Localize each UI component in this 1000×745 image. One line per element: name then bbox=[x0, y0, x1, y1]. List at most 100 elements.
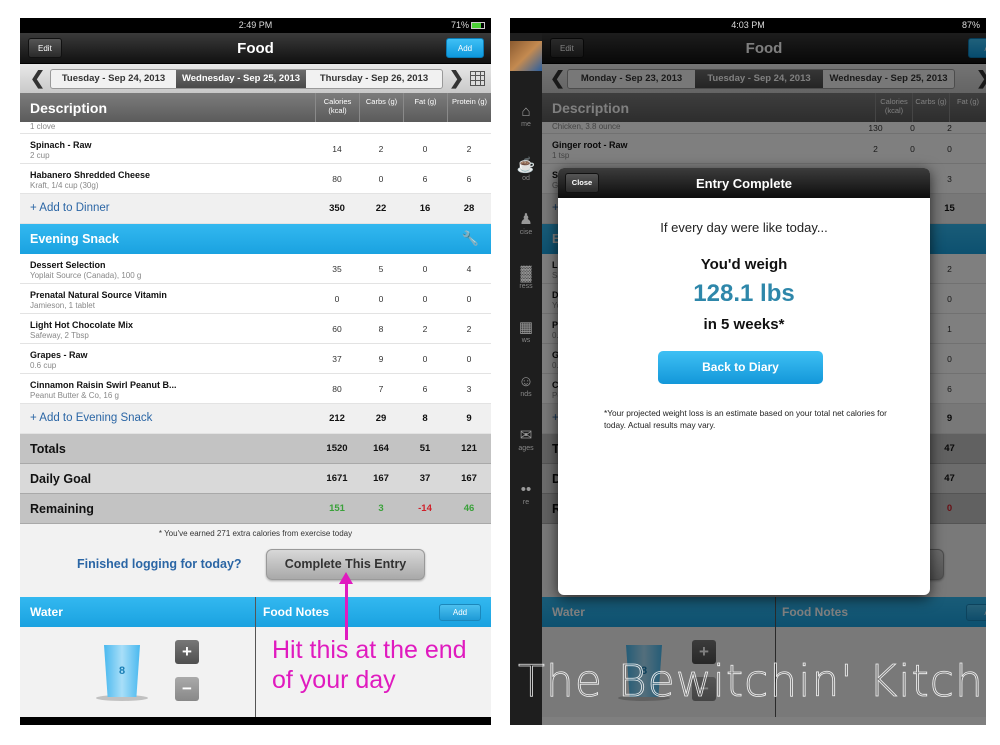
food-cal: 80 bbox=[332, 383, 342, 394]
nav-bar: Edit Food Add bbox=[20, 33, 491, 64]
water-notes-header: Water Food Notes Add bbox=[20, 597, 491, 627]
food-protein: 4 bbox=[466, 263, 472, 274]
annotation-line-1: Hit this at the end bbox=[272, 636, 467, 664]
food-notes-add-button[interactable]: Add bbox=[439, 604, 481, 621]
right-screenshot: 4:03 PM 87% ⌂ me ☕ od ♟ cise ▓ ress ▦ ws ☺ nds ✉ ages… bbox=[510, 18, 986, 725]
food-fat: 6 bbox=[422, 173, 428, 184]
side-menu-label: me bbox=[521, 121, 531, 128]
chevron-left-icon[interactable]: ❮ bbox=[30, 68, 45, 88]
remaining-protein: 46 bbox=[463, 503, 475, 514]
chevron-right-icon[interactable]: ❯ bbox=[449, 68, 464, 88]
snack-fat-total: 8 bbox=[422, 413, 428, 424]
divider bbox=[255, 597, 256, 627]
complete-entry-area: * You've earned 271 extra calories from … bbox=[20, 524, 491, 597]
daily-goal-label: Daily Goal bbox=[30, 472, 92, 486]
food-diary-table: 1 clove Spinach - Raw 2 cup 14 2 0 2 Habanero … bbox=[20, 122, 491, 524]
side-menu-item[interactable]: ▓ ress bbox=[510, 265, 542, 290]
add-to-evening-snack-link[interactable]: + Add to Evening Snack bbox=[30, 412, 152, 424]
food-icon: ☕ bbox=[516, 157, 536, 174]
wrench-icon[interactable]: 🔧 bbox=[462, 230, 479, 247]
annotation-text: Hit this at the end of your day bbox=[272, 635, 467, 695]
snack-protein-total: 9 bbox=[466, 413, 472, 424]
calendar-icon[interactable] bbox=[470, 71, 485, 86]
food-name: Habanero Shredded Cheese bbox=[30, 170, 151, 180]
totals-calories: 1520 bbox=[326, 443, 348, 454]
water-decrement-button[interactable]: − bbox=[175, 677, 199, 701]
meal-title: Evening Snack bbox=[30, 232, 119, 246]
food-cal: 60 bbox=[332, 323, 342, 334]
date-prev-day[interactable]: Tuesday - Sep 24, 2013 bbox=[51, 70, 176, 88]
food-serving: 1 clove bbox=[30, 122, 56, 131]
nutrient-values: 35 5 0 4 bbox=[315, 254, 491, 283]
battery-percent: 71% bbox=[450, 20, 469, 30]
table-row[interactable]: Prenatal Natural Source Vitamin Jamieson,… bbox=[20, 284, 491, 314]
side-menu-label: ages bbox=[518, 445, 534, 452]
water-increment-button[interactable]: + bbox=[175, 640, 199, 664]
annotation-arrow bbox=[345, 578, 348, 640]
side-menu-item[interactable]: •• re bbox=[510, 481, 542, 506]
profile-photo[interactable] bbox=[510, 41, 542, 71]
food-cal: 0 bbox=[334, 293, 340, 304]
food-notes-label: Food Notes bbox=[263, 605, 329, 619]
food-name: Dessert Selection bbox=[30, 260, 106, 270]
table-row[interactable]: Habanero Shredded Cheese Kraft, 1/4 cup (… bbox=[20, 164, 491, 194]
totals-row: Totals 1520 164 51 121 bbox=[20, 434, 491, 464]
totals-protein: 121 bbox=[461, 443, 477, 454]
projected-weight: 128.1 lbs bbox=[693, 280, 795, 307]
side-menu-item[interactable]: ☕ od bbox=[510, 157, 542, 182]
progress-icon: ▓ bbox=[520, 265, 532, 282]
add-button[interactable]: Add bbox=[446, 38, 484, 58]
battery-fill bbox=[472, 22, 481, 28]
side-menu-label: ress bbox=[519, 283, 533, 290]
table-row[interactable]: Light Hot Chocolate Mix Safeway, 2 Tbsp 60… bbox=[20, 314, 491, 344]
water-notes-body: 8 + − Hit this at the end of your day bbox=[20, 627, 491, 717]
goal-fat: 37 bbox=[419, 473, 431, 484]
food-fat: 6 bbox=[422, 383, 428, 394]
food-serving: Yoplait Source (Canada), 100 g bbox=[30, 271, 142, 280]
food-name: Spinach - Raw bbox=[30, 140, 92, 150]
battery-percent: 87% bbox=[961, 20, 980, 30]
date-next-day[interactable]: Thursday - Sep 26, 2013 bbox=[306, 70, 442, 88]
food-name: Light Hot Chocolate Mix bbox=[30, 320, 133, 330]
food-serving: 0.6 cup bbox=[30, 361, 57, 370]
side-menu-item[interactable]: ⌂ me bbox=[510, 103, 542, 128]
food-cal: 37 bbox=[332, 353, 342, 364]
food-protein: 2 bbox=[466, 143, 472, 154]
messages-icon: ✉ bbox=[519, 427, 533, 444]
food-protein: 0 bbox=[466, 353, 472, 364]
evening-snack-header: Evening Snack 🔧 bbox=[20, 224, 491, 254]
table-row[interactable]: Dessert Selection Yoplait Source (Canada)… bbox=[20, 254, 491, 284]
projection-timeframe: in 5 weeks* bbox=[703, 316, 785, 333]
goal-calories: 1671 bbox=[326, 473, 348, 484]
table-row[interactable]: Spinach - Raw 2 cup 14 2 0 2 bbox=[20, 134, 491, 164]
side-menu-item[interactable]: ✉ ages bbox=[510, 427, 542, 452]
divider bbox=[255, 627, 256, 717]
totals-carbs: 164 bbox=[373, 443, 389, 454]
back-to-diary-button[interactable]: Back to Diary bbox=[658, 351, 823, 384]
news-icon: ▦ bbox=[518, 319, 534, 336]
nutrient-values: 80 7 6 3 bbox=[315, 374, 491, 403]
entry-complete-dialog: Close Entry Complete If every day were l… bbox=[558, 168, 930, 595]
table-row[interactable]: Cinnamon Raisin Swirl Peanut B... Peanut … bbox=[20, 374, 491, 404]
side-menu-item[interactable]: ☺ nds bbox=[510, 373, 542, 398]
calories-header: Calories (kcal) bbox=[315, 93, 359, 122]
nutrient-values: 37 9 0 0 bbox=[315, 344, 491, 373]
side-menu-item[interactable]: ▦ ws bbox=[510, 319, 542, 344]
food-carbs: 2 bbox=[378, 143, 384, 154]
date-current-day[interactable]: Wednesday - Sep 25, 2013 bbox=[176, 70, 306, 88]
food-protein: 6 bbox=[466, 173, 472, 184]
table-row[interactable]: Grapes - Raw 0.6 cup 37 9 0 0 bbox=[20, 344, 491, 374]
food-protein: 3 bbox=[466, 383, 472, 394]
status-bar: 2:49 PM 71% bbox=[20, 18, 491, 33]
food-serving: Peanut Butter & Co, 16 g bbox=[30, 391, 119, 400]
food-carbs: 9 bbox=[378, 353, 384, 364]
water-label: Water bbox=[30, 605, 63, 619]
add-to-dinner-link[interactable]: + Add to Dinner bbox=[30, 202, 110, 214]
table-row[interactable]: 1 clove bbox=[20, 122, 491, 134]
date-bar: ❮ Tuesday - Sep 24, 2013 Wednesday - Sep… bbox=[20, 64, 491, 93]
remaining-calories: 151 bbox=[329, 503, 345, 514]
exercise-icon: ♟ bbox=[519, 211, 533, 228]
projection-intro: If every day were like today... bbox=[660, 220, 828, 235]
friends-icon: ☺ bbox=[518, 373, 534, 390]
side-menu-item[interactable]: ♟ cise bbox=[510, 211, 542, 236]
